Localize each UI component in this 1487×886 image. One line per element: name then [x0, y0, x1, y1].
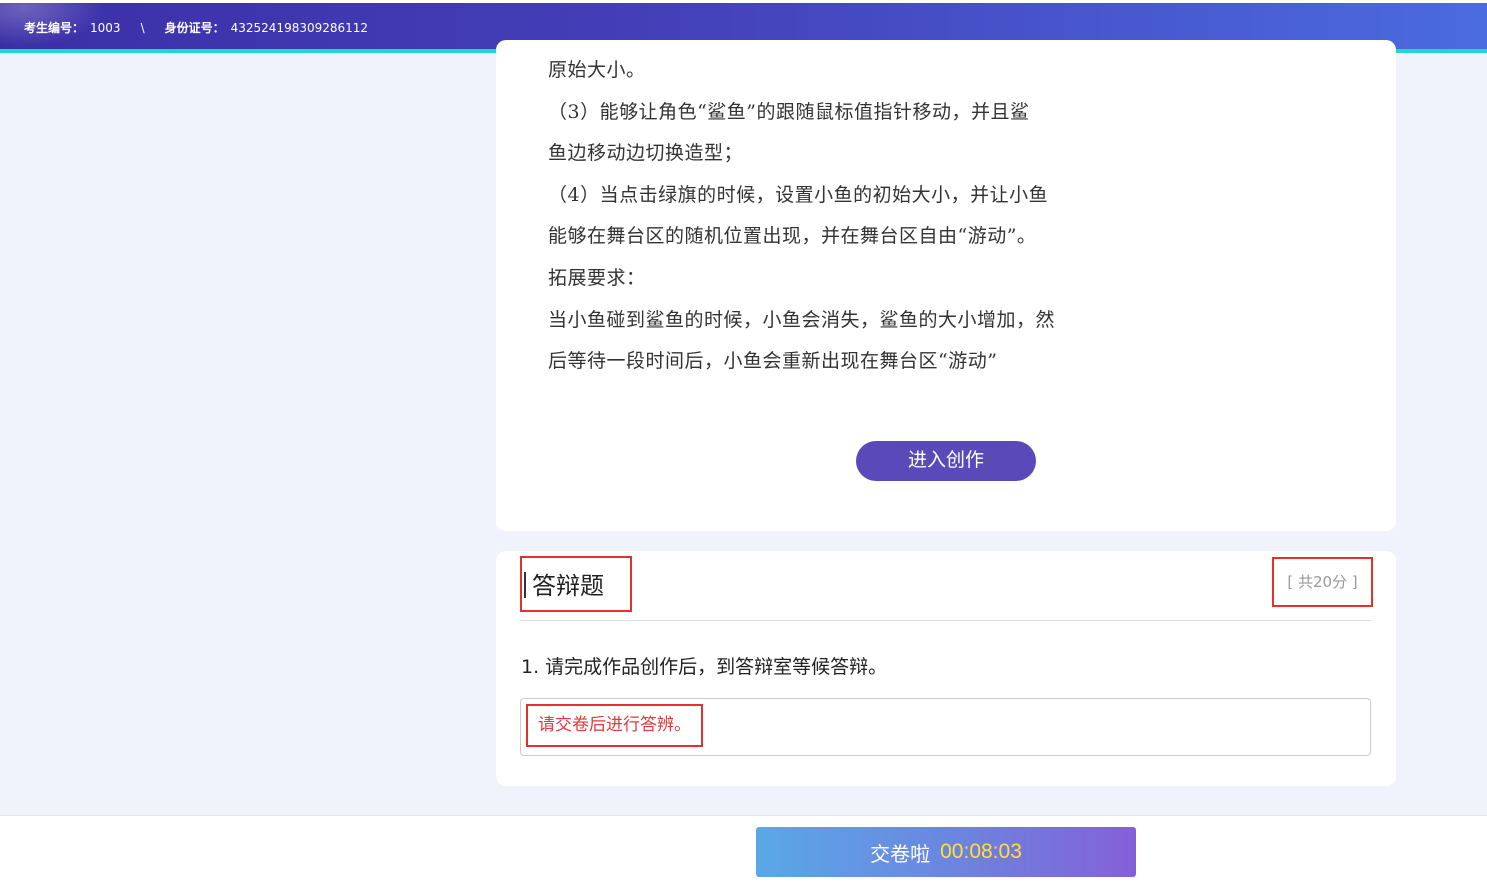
submit-label: 交卷啦 — [870, 841, 931, 866]
score-badge: [ 共20分 ] — [1272, 557, 1373, 607]
defense-question-card: 答辩题 [ 共20分 ] 1. 请完成作品创作后，到答辩室等候答辩。 请交卷后进… — [496, 551, 1396, 786]
title-marker — [524, 572, 526, 598]
submit-exam-button[interactable]: 交卷啦 00:08:03 — [756, 827, 1136, 877]
task-description-card: 原始大小。 （3）能够让角色“鲨鱼”的跟随鼠标值指针移动，并且鲨 鱼边移动边切换… — [496, 40, 1396, 531]
task-line: 拓展要求： — [548, 266, 646, 289]
task-line: 当小鱼碰到鲨鱼的时候，小鱼会消失，鲨鱼的大小增加，然 — [548, 308, 1056, 331]
exam-number-label: 考生编号： — [24, 21, 85, 35]
enter-creation-button[interactable]: 进入创作 — [856, 441, 1036, 481]
section-title: 答辩题 — [532, 572, 604, 600]
exam-number-value: 1003 — [90, 20, 121, 35]
question-text: 1. 请完成作品创作后，到答辩室等候答辩。 — [521, 656, 888, 678]
task-line: 原始大小。 — [548, 59, 646, 81]
info-separator: \ — [140, 20, 145, 35]
task-line: 后等待一段时间后，小鱼会重新出现在舞台区“游动” — [548, 350, 998, 373]
section-title-box: 答辩题 — [520, 556, 632, 612]
task-line: （3）能够让角色“鲨鱼”的跟随鼠标值指针移动，并且鲨 — [548, 100, 1030, 123]
id-number-value: 432524198309286112 — [230, 20, 369, 35]
footer-bar: 交卷啦 00:08:03 — [0, 815, 1487, 886]
answer-notice: 请交卷后进行答辨。 — [526, 704, 703, 747]
task-line: 能够在舞台区的随机位置出现，并在舞台区自由“游动”。 — [548, 225, 1037, 248]
section-divider — [520, 620, 1371, 621]
id-number-label: 身份证号： — [164, 21, 225, 35]
task-requirements: 原始大小。 （3）能够让角色“鲨鱼”的跟随鼠标值指针移动，并且鲨 鱼边移动边切换… — [548, 50, 1108, 383]
countdown-timer: 00:08:03 — [940, 840, 1022, 863]
candidate-info: 考生编号： 1003 \ 身份证号： 432524198309286112 — [24, 19, 368, 36]
answer-field[interactable]: 请交卷后进行答辨。 — [520, 698, 1371, 756]
task-line: （4）当点击绿旗的时候，设置小鱼的初始大小，并让小鱼 — [548, 183, 1049, 206]
task-line: 鱼边移动边切换造型； — [548, 142, 744, 165]
